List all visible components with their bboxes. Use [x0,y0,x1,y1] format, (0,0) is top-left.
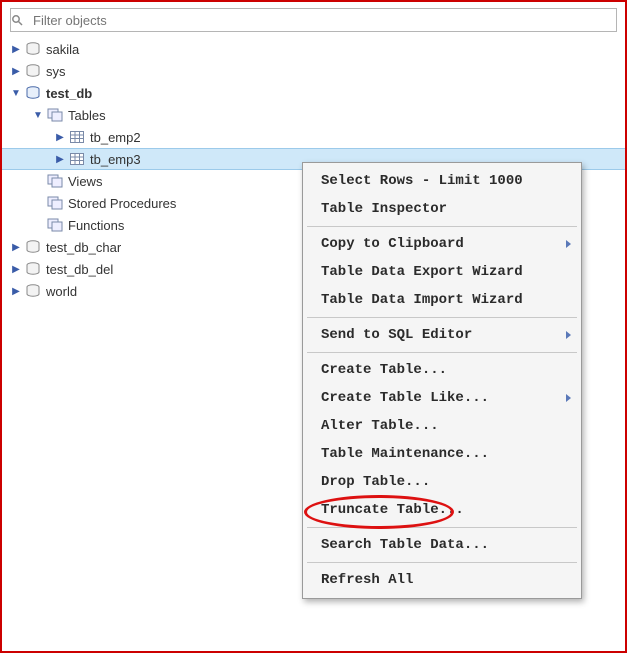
menu-create-table-like[interactable]: Create Table Like... [303,384,581,412]
collapse-arrow-icon[interactable]: ▼ [32,110,44,121]
menu-separator [307,527,577,528]
expand-arrow-icon[interactable]: ▶ [10,242,22,253]
expand-arrow-icon[interactable]: ▶ [10,66,22,77]
menu-alter-table[interactable]: Alter Table... [303,412,581,440]
menu-table-inspector[interactable]: Table Inspector [303,195,581,223]
database-icon [24,239,42,255]
menu-export-wizard[interactable]: Table Data Export Wizard [303,258,581,286]
tree-item-label: test_db_del [46,262,113,277]
expand-arrow-icon[interactable]: ▶ [10,286,22,297]
database-icon [24,41,42,57]
tree-item-label: Functions [68,218,124,233]
expand-arrow-icon[interactable]: ▶ [10,44,22,55]
menu-truncate-table[interactable]: Truncate Table... [303,496,581,524]
tree-item-label: tb_emp2 [90,130,141,145]
menu-copy-clipboard[interactable]: Copy to Clipboard [303,230,581,258]
menu-select-rows[interactable]: Select Rows - Limit 1000 [303,167,581,195]
table-icon [68,129,86,145]
menu-separator [307,317,577,318]
expand-arrow-icon[interactable]: ▶ [10,264,22,275]
tree-item-sys[interactable]: ▶ sys [10,60,617,82]
database-icon [24,283,42,299]
menu-separator [307,226,577,227]
tree-item-label: Views [68,174,102,189]
search-icon [11,14,29,26]
database-icon [24,85,42,101]
menu-drop-table[interactable]: Drop Table... [303,468,581,496]
menu-table-maintenance[interactable]: Table Maintenance... [303,440,581,468]
tree-item-label: sakila [46,42,79,57]
database-icon [24,63,42,79]
tree-item-label: Stored Procedures [68,196,176,211]
tree-item-label: test_db_char [46,240,121,255]
tree-item-label: tb_emp3 [90,152,141,167]
tree-item-sakila[interactable]: ▶ sakila [10,38,617,60]
tree-item-tables[interactable]: ▼ Tables [10,104,617,126]
views-icon [46,173,64,189]
filter-input[interactable] [29,11,616,30]
menu-create-table[interactable]: Create Table... [303,356,581,384]
menu-search-table-data[interactable]: Search Table Data... [303,531,581,559]
collapse-arrow-icon[interactable]: ▼ [10,88,22,99]
tree-item-test-db[interactable]: ▼ test_db [10,82,617,104]
app-frame: ▶ sakila ▶ sys ▼ test_db ▼ [0,0,627,653]
menu-separator [307,352,577,353]
table-icon [68,151,86,167]
expand-arrow-icon[interactable]: ▶ [54,132,66,143]
tree-item-label: test_db [46,86,92,101]
tree-item-label: Tables [68,108,106,123]
stored-procedures-icon [46,195,64,211]
menu-separator [307,562,577,563]
tree-item-tb-emp2[interactable]: ▶ tb_emp2 [10,126,617,148]
tree-item-label: sys [46,64,66,79]
menu-send-sql[interactable]: Send to SQL Editor [303,321,581,349]
menu-import-wizard[interactable]: Table Data Import Wizard [303,286,581,314]
filter-bar [10,8,617,32]
functions-icon [46,217,64,233]
menu-refresh-all[interactable]: Refresh All [303,566,581,594]
tree-item-label: world [46,284,77,299]
context-menu: Select Rows - Limit 1000 Table Inspector… [302,162,582,599]
tables-folder-icon [46,107,64,123]
expand-arrow-icon[interactable]: ▶ [54,154,66,165]
database-icon [24,261,42,277]
